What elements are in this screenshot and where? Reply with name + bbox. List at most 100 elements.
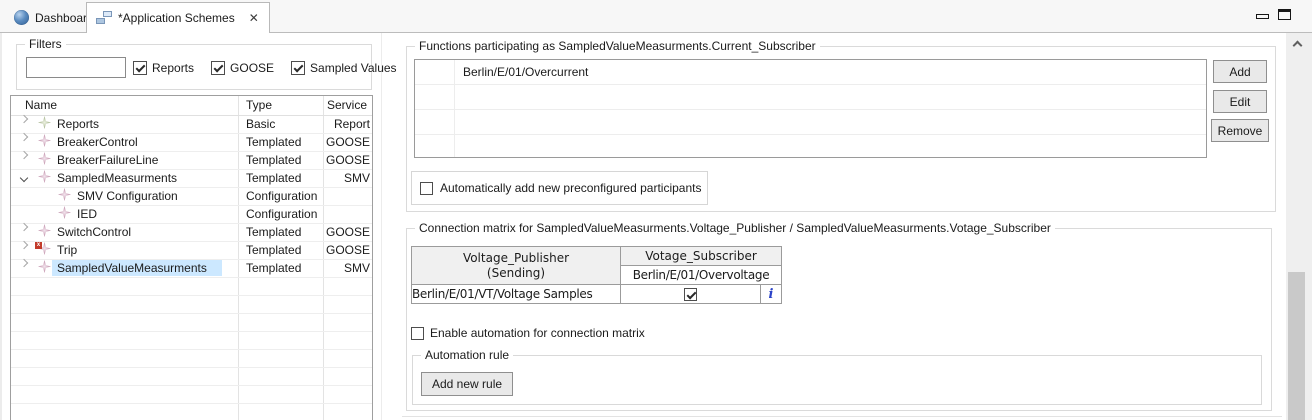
error-badge: x [35,242,42,249]
connection-matrix-group: Connection matrix for SampledValueMeasur… [406,228,1272,411]
column-header-service[interactable]: Service [327,98,367,112]
expander-expanded-icon[interactable] [20,174,28,182]
enable-automation-checkbox[interactable] [411,327,424,340]
tree-row-type: Templated [246,152,301,169]
tree-row-type: Templated [246,242,301,259]
list-item-label: Berlin/E/01/Overcurrent [463,60,588,84]
checkbox-label: GOOSE [230,61,274,75]
tree-row-name: BreakerFailureLine [57,152,158,169]
expander-collapsed-icon[interactable] [20,241,28,249]
filter-checkbox-goose[interactable]: GOOSE [211,61,274,75]
table-header: Name Type Service [11,96,372,116]
application-window: Dashboard *Application Schemes ✕ Filters… [0,0,1312,420]
panel-splitter[interactable] [381,33,382,420]
tree-row[interactable]: SampledMeasurmentsTemplatedSMV [11,170,372,188]
scroll-up-icon[interactable] [1293,41,1303,51]
publisher-header-line1: Voltage_Publisher [412,251,620,266]
publisher-header-line2: (Sending) [412,266,620,281]
expander-collapsed-icon[interactable] [20,223,28,231]
tree-row-name: SMV Configuration [77,188,178,205]
tree-row-service: GOOSE [326,242,370,259]
add-new-rule-button[interactable]: Add new rule [421,372,513,396]
tree-row-name: Reports [57,116,99,133]
tree-row-type: Templated [246,224,301,241]
column-header-name[interactable]: Name [25,98,57,112]
participants-list[interactable]: Berlin/E/01/Overcurrent [414,59,1207,158]
diamond-pink [38,134,51,147]
scrollbar-thumb[interactable] [1288,272,1305,420]
tree-row[interactable]: BreakerControlTemplatedGOOSE [11,134,372,152]
tree-row[interactable]: BreakerFailureLine Templated GOOSE [11,152,372,170]
tree-row[interactable]: IEDConfiguration [11,206,372,224]
tree-row-name: SampledValueMeasurments [57,260,207,277]
filter-input[interactable] [26,57,126,78]
info-icon[interactable]: i [761,285,782,304]
tab-bar: Dashboard *Application Schemes ✕ [0,0,1312,33]
functions-group-title: Functions participating as SampledValueM… [415,39,820,53]
tab-application-schemes[interactable]: *Application Schemes ✕ [86,2,270,33]
diamond-pink [58,188,71,201]
remove-button[interactable]: Remove [1211,119,1269,142]
enable-automation-label: Enable automation for connection matrix [430,326,645,340]
tree-row-name: Trip [57,242,77,259]
expander-collapsed-icon[interactable] [20,115,28,123]
application-schemes-icon [96,11,112,25]
list-item[interactable] [415,135,1206,160]
empty-tree-row [11,314,372,332]
diamond-pink [38,170,51,183]
functions-group: Functions participating as SampledValueM… [406,46,1276,212]
tree-row[interactable]: x Trip Templated GOOSE [11,242,372,260]
diamond-pink [38,152,51,165]
empty-tree-row [11,296,372,314]
list-item[interactable] [415,85,1206,110]
tree-row-service: GOOSE [326,224,370,241]
connection-matrix: Voltage_Publisher (Sending) Votage_Subsc… [411,246,782,304]
edit-button[interactable]: Edit [1213,90,1267,113]
tree-row[interactable]: SampledValueMeasurmentsTemplatedSMV [11,260,372,278]
tree-row-service: GOOSE [326,152,370,169]
connection-checkbox-cell[interactable] [621,285,761,304]
tree-rows: ReportsBasicReportBreakerControlTemplate… [11,116,372,420]
connection-checkbox[interactable] [684,288,697,301]
checkbox[interactable] [291,61,305,75]
panel-bottom-border [402,416,1282,417]
empty-tree-row [11,332,372,350]
filter-checkbox-sampled-values[interactable]: Sampled Values [291,61,397,75]
tree-row[interactable]: ReportsBasicReport [11,116,372,134]
checkbox-label: Reports [152,61,194,75]
filters-group-title: Filters [25,37,66,51]
automation-rule-title: Automation rule [421,348,513,362]
empty-tree-row [11,350,372,368]
diamond-green [38,116,51,129]
auto-add-checkbox[interactable] [420,182,433,195]
vertical-scrollbar[interactable] [1286,33,1312,420]
checkbox-label: Sampled Values [310,61,397,75]
expander-collapsed-icon[interactable] [20,133,28,141]
diamond-pink [38,224,51,237]
checkbox[interactable] [211,61,225,75]
add-button[interactable]: Add [1213,60,1267,83]
diamond-pink [38,260,51,273]
schemes-table[interactable]: Name Type Service ReportsBasicReportBrea… [10,95,373,420]
tree-row-type: Configuration [246,206,317,223]
dashboard-icon [14,10,29,25]
column-header-type[interactable]: Type [246,98,272,112]
enable-automation-row: Enable automation for connection matrix [411,326,645,340]
minimize-icon[interactable] [1256,14,1269,19]
maximize-icon[interactable] [1278,9,1291,20]
tree-row[interactable]: SMV ConfigurationConfiguration [11,188,372,206]
filter-checkbox-reports[interactable]: Reports [133,61,194,75]
expander-collapsed-icon[interactable] [20,259,28,267]
subscriber-header-cell: Votage_Subscriber [621,247,782,266]
tree-row[interactable]: SwitchControlTemplatedGOOSE [11,224,372,242]
tree-row-service: GOOSE [326,134,370,151]
list-item[interactable] [415,110,1206,135]
tree-row-type: Templated [246,134,301,151]
tab-close-icon[interactable]: ✕ [249,11,259,25]
diamond-pink [58,206,71,219]
list-item[interactable]: Berlin/E/01/Overcurrent [415,60,1206,85]
tree-row-service: Report [334,116,370,133]
expander-collapsed-icon[interactable] [20,151,28,159]
checkbox[interactable] [133,61,147,75]
automation-rule-group: Automation rule Add new rule [412,355,1262,405]
